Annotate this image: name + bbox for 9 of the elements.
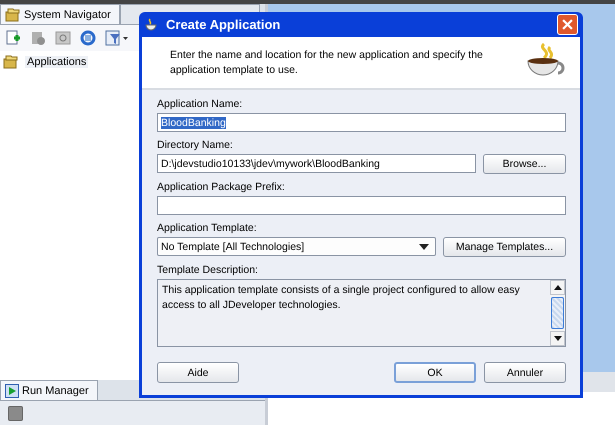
window-title: Create Application bbox=[166, 17, 282, 32]
field-label: Application Package Prefix: bbox=[157, 181, 286, 193]
instructions-text: Enter the name and location for the new application and specify the application template to use. bbox=[170, 48, 484, 78]
field-label: Directory Name: bbox=[157, 139, 234, 151]
tree-item-label: Applications bbox=[25, 56, 88, 68]
field-label: Template Description: bbox=[157, 264, 259, 276]
description-text: This application template consists of a single project configured to allow easy access to all JDeveloper technologies. bbox=[161, 283, 521, 313]
field-label: Application Template: bbox=[157, 222, 258, 234]
field-label: Application Name: bbox=[157, 98, 244, 110]
